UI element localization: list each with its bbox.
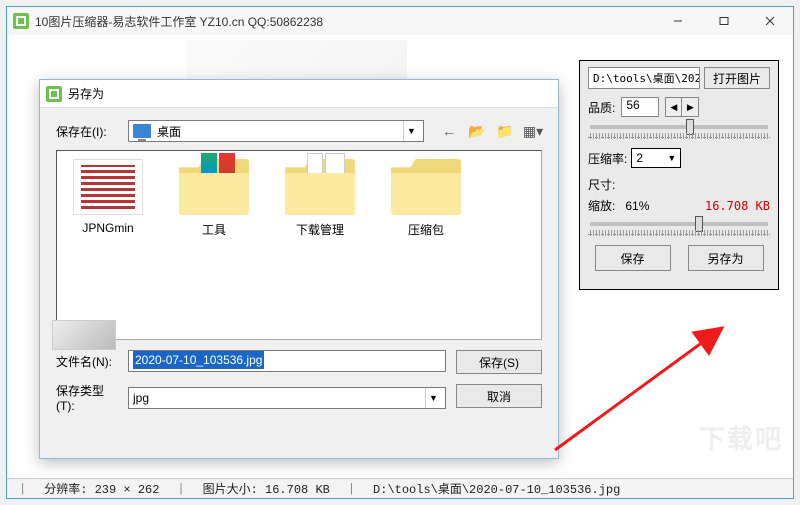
filesize-label: 图片大小: — [203, 483, 258, 497]
chevron-down-icon: ▼ — [425, 388, 441, 408]
dialog-cancel-button[interactable]: 取消 — [456, 384, 542, 408]
ratio-select[interactable]: 2 ▼ — [631, 148, 681, 168]
main-window: 10图片压缩器-易志软件工作室 YZ10.cn QQ:50862238 D:\t… — [6, 6, 794, 499]
file-label: JPNGmin — [82, 221, 133, 235]
file-item-tools[interactable]: 工具 — [171, 159, 257, 238]
dialog-icon — [46, 86, 62, 102]
filename-value: 2020-07-10_103536.jpg — [133, 351, 264, 369]
file-label: 压缩包 — [408, 221, 444, 238]
minimize-button[interactable] — [655, 7, 701, 35]
scale-label: 缩放: — [588, 197, 615, 214]
quality-stepper[interactable]: ◀ ▶ — [665, 97, 699, 117]
size-label: 尺寸: — [588, 176, 770, 193]
quality-label: 品质: — [588, 99, 615, 116]
file-path-field[interactable]: D:\tools\桌面\2020-07-10_1 — [588, 67, 700, 89]
maximize-button[interactable] — [701, 7, 747, 35]
settings-panel: D:\tools\桌面\2020-07-10_1 打开图片 品质: 56 ◀ ▶… — [579, 60, 779, 290]
compressed-size: 16.708 KB — [705, 199, 770, 213]
file-item-archive[interactable]: 压缩包 — [383, 159, 469, 238]
filetype-dropdown[interactable]: jpg ▼ — [128, 387, 446, 409]
save-as-button[interactable]: 另存为 — [688, 245, 764, 271]
filename-input[interactable]: 2020-07-10_103536.jpg — [128, 350, 446, 372]
dialog-title: 另存为 — [68, 85, 104, 102]
quality-input[interactable]: 56 — [621, 97, 659, 117]
file-item-downloads[interactable]: 下载管理 — [277, 159, 363, 238]
quality-slider[interactable] — [590, 125, 768, 129]
stepper-left-icon[interactable]: ◀ — [666, 98, 682, 116]
dialog-titlebar: 另存为 — [40, 80, 558, 108]
titlebar: 10图片压缩器-易志软件工作室 YZ10.cn QQ:50862238 — [7, 7, 793, 35]
app-icon — [13, 13, 29, 29]
stepper-right-icon[interactable]: ▶ — [682, 98, 698, 116]
preview-thumbnail — [52, 320, 116, 350]
save-as-dialog: 另存为 保存在(I): 桌面 ▼ ← 📂 📁 — [39, 79, 559, 459]
location-dropdown[interactable]: 桌面 ▼ — [128, 120, 424, 142]
slider-ticks — [590, 230, 768, 236]
file-browser[interactable]: JPNGmin 工具 — [56, 150, 542, 340]
save-in-label: 保存在(I): — [56, 123, 120, 140]
back-icon[interactable]: ← — [440, 122, 458, 140]
scale-slider[interactable] — [590, 222, 768, 226]
window-title: 10图片压缩器-易志软件工作室 YZ10.cn QQ:50862238 — [35, 13, 323, 30]
location-value: 桌面 — [157, 123, 181, 140]
ratio-label: 压缩率: — [588, 150, 627, 167]
close-button[interactable] — [747, 7, 793, 35]
resolution-label: 分辨率: — [44, 483, 87, 497]
filename-label: 文件名(N): — [56, 353, 120, 370]
resolution-value: 239 × 262 — [95, 483, 160, 497]
chevron-down-icon: ▼ — [403, 121, 419, 141]
desktop-icon — [133, 124, 151, 138]
status-path: D:\tools\桌面\2020-07-10_103536.jpg — [373, 480, 620, 497]
save-button[interactable]: 保存 — [595, 245, 671, 271]
status-bar: | 分辨率: 239 × 262 | 图片大小: 16.708 KB | D:\… — [7, 478, 793, 498]
watermark: 下载吧 — [699, 419, 783, 456]
file-label: 工具 — [202, 221, 226, 238]
ratio-value: 2 — [636, 151, 643, 165]
dialog-save-button[interactable]: 保存(S) — [456, 350, 542, 374]
new-folder-icon[interactable]: 📁 — [496, 122, 514, 140]
up-folder-icon[interactable]: 📂 — [468, 122, 486, 140]
scale-value: 61% — [625, 199, 649, 213]
slider-ticks — [590, 133, 768, 139]
chevron-down-icon: ▼ — [667, 153, 676, 163]
filesize-value: 16.708 KB — [265, 483, 330, 497]
open-image-button[interactable]: 打开图片 — [704, 67, 770, 89]
filetype-value: jpg — [133, 391, 149, 405]
filetype-label: 保存类型(T): — [56, 382, 120, 413]
file-label: 下载管理 — [296, 221, 344, 238]
file-item-jpngmin[interactable]: JPNGmin — [65, 159, 151, 235]
view-menu-icon[interactable]: ▦▾ — [524, 122, 542, 140]
